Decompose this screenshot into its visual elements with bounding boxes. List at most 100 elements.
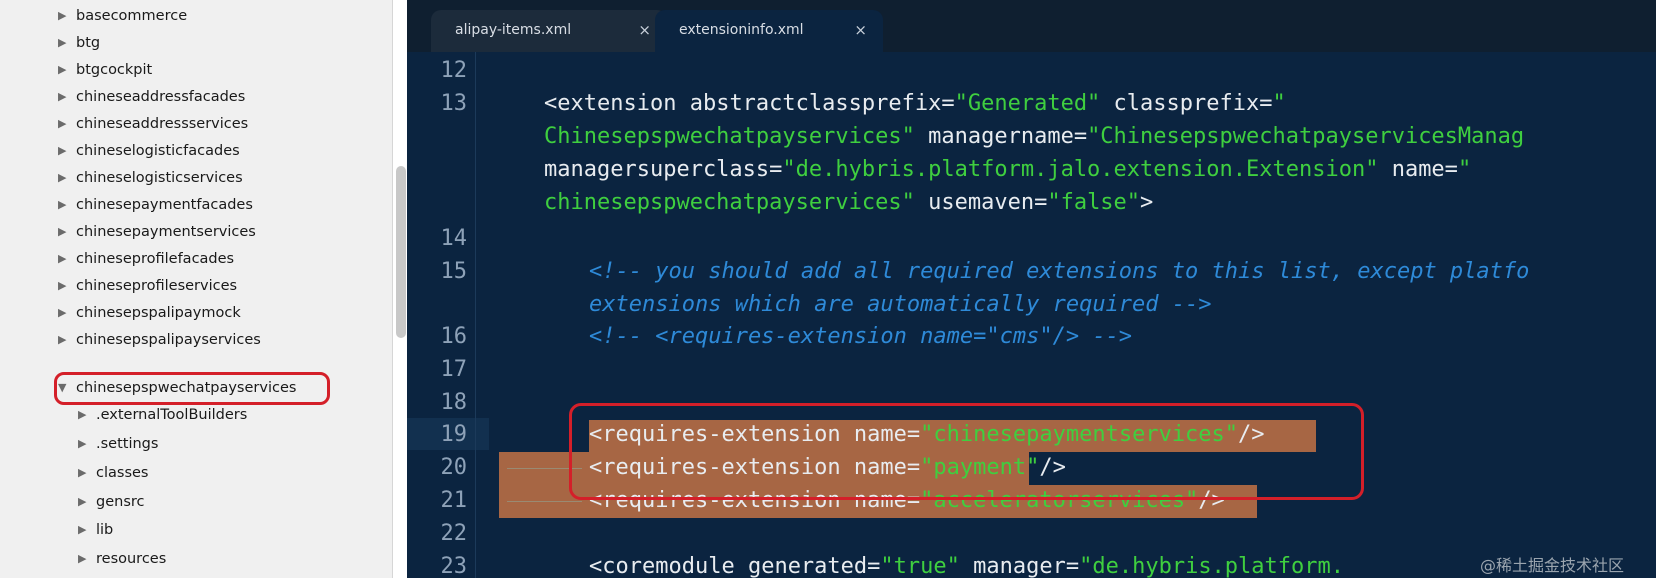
xml-attr: manager= <box>959 554 1080 578</box>
line-number: 12 <box>440 58 468 83</box>
expand-arrow-icon[interactable]: ▶ <box>58 164 76 192</box>
gutter-divider <box>475 52 476 578</box>
xml-attr: generated= <box>747 554 881 578</box>
xml-tag: <extension <box>544 91 690 116</box>
code-line-13c: managersuperclass="de.hybris.platform.ja… <box>544 157 1471 182</box>
tree-item-btg[interactable]: ▶ btg <box>58 29 100 57</box>
expand-arrow-icon[interactable]: ▶ <box>58 110 76 138</box>
line-number: 13 <box>440 91 468 116</box>
xml-attr: usemaven= <box>914 190 1048 215</box>
tree-item-chineselogisticservices[interactable]: ▶ chineselogisticservices <box>58 164 243 192</box>
tree-item-chinesepaymentfacades[interactable]: ▶ chinesepaymentfacades <box>58 191 253 219</box>
expand-arrow-icon[interactable]: ▶ <box>58 2 76 30</box>
line-number: 20 <box>440 455 468 480</box>
tree-item-lib[interactable]: ▶ lib <box>78 516 113 544</box>
tree-item-settings[interactable]: ▶ .settings <box>78 430 158 458</box>
watermark: @稀土掘金技术社区 <box>1480 556 1625 575</box>
xml-string: " <box>1272 91 1286 116</box>
xml-attr: classprefix= <box>1100 91 1273 116</box>
code-line-23: <coremodule generated="true" manager="de… <box>589 554 1344 578</box>
expand-arrow-icon[interactable]: ▶ <box>78 459 96 487</box>
line-number: 15 <box>440 259 468 284</box>
xml-string: "ChinesepspwechatpayservicesManag <box>1087 124 1525 149</box>
xml-attr: abstractclassprefix= <box>689 91 955 116</box>
indent-guide <box>507 501 582 502</box>
tree-item-chineseprofileservices[interactable]: ▶ chineseprofileservices <box>58 272 237 300</box>
line-number: 16 <box>440 324 468 349</box>
code-editor[interactable]: alipay-items.xml × extensioninfo.xml × 1… <box>407 0 1656 578</box>
expand-arrow-icon[interactable]: ▶ <box>58 326 76 354</box>
line-number: 21 <box>440 488 468 513</box>
tree-item-label: lib <box>96 522 114 538</box>
expand-arrow-icon[interactable]: ▶ <box>78 545 96 573</box>
tree-item-label: chinesepspalipaymock <box>76 305 241 321</box>
tree-item-label: chineseaddressfacades <box>76 89 246 105</box>
xml-string: Chinesepspwechatpayservices" <box>544 124 915 149</box>
tree-item-label: basecommerce <box>76 8 188 24</box>
code-line-15a: <!-- you should add all required extensi… <box>589 259 1530 284</box>
tree-item-chineseaddressservices[interactable]: ▶ chineseaddressservices <box>58 110 248 138</box>
tab-label: extensioninfo.xml <box>679 22 804 38</box>
xml-tag: <coremodule <box>589 554 748 578</box>
xml-string: "de.hybris.platform.jalo.extension.Exten… <box>782 157 1379 182</box>
file-tree-sidebar: ▶ basecommerce ▶ btg ▶ btgcockpit ▶ chinesea… <box>0 0 392 578</box>
xml-attr: name= <box>1378 157 1458 182</box>
tree-item-label: gensrc <box>96 494 145 510</box>
tree-item-chineselogisticfacades[interactable]: ▶ chineselogisticfacades <box>58 137 240 165</box>
line-number: 19 <box>440 422 468 447</box>
expand-arrow-icon[interactable]: ▶ <box>58 56 76 84</box>
expand-arrow-icon[interactable]: ▶ <box>58 245 76 273</box>
tree-item-chinesepspalipayservices[interactable]: ▶ chinesepspalipayservices <box>58 326 261 354</box>
xml-string: chinesepspwechatpayservices" <box>544 190 915 215</box>
expand-arrow-icon[interactable]: ▶ <box>58 191 76 219</box>
xml-string: "de.hybris.platform. <box>1079 554 1345 578</box>
expand-arrow-icon[interactable]: ▶ <box>58 29 76 57</box>
tree-item-label: chineseaddressservices <box>76 116 249 132</box>
tree-item-basecommerce[interactable]: ▶ basecommerce <box>58 2 187 30</box>
xml-tag-end: > <box>1140 190 1154 215</box>
tree-item-gensrc[interactable]: ▶ gensrc <box>78 488 144 516</box>
sidebar-scrollbar[interactable] <box>396 166 406 338</box>
line-number: 18 <box>440 390 468 415</box>
expand-arrow-icon[interactable]: ▶ <box>58 137 76 165</box>
close-icon[interactable]: × <box>638 21 651 39</box>
tree-item-label: btgcockpit <box>76 62 153 78</box>
expand-arrow-icon[interactable]: ▶ <box>78 516 96 544</box>
line-number: 14 <box>440 226 468 251</box>
code-line-15b: extensions which are automatically requi… <box>589 292 1212 317</box>
tab-bar: alipay-items.xml × extensioninfo.xml × <box>407 0 1656 52</box>
tree-item-externaltoolbuilders[interactable]: ▶ .externalToolBuilders <box>78 401 247 429</box>
line-number: 22 <box>440 521 468 546</box>
tree-item-label: chineseprofilefacades <box>76 251 235 267</box>
code-line-13a: <extension abstractclassprefix="Generate… <box>544 91 1286 116</box>
expand-arrow-icon[interactable]: ▶ <box>58 218 76 246</box>
tree-item-btgcockpit[interactable]: ▶ btgcockpit <box>58 56 152 84</box>
tree-selection-highlight <box>54 372 330 405</box>
expand-arrow-icon[interactable]: ▶ <box>58 83 76 111</box>
tree-item-classes[interactable]: ▶ classes <box>78 459 148 487</box>
expand-arrow-icon[interactable]: ▶ <box>78 401 96 429</box>
code-line-16: <!-- <requires-extension name="cms"/> --… <box>589 324 1133 349</box>
tab-alipay-items[interactable]: alipay-items.xml × <box>431 10 667 52</box>
line-number: 17 <box>440 357 468 382</box>
tree-item-chineseprofilefacades[interactable]: ▶ chineseprofilefacades <box>58 245 234 273</box>
tree-item-label: .externalToolBuilders <box>96 407 248 423</box>
tree-item-resources[interactable]: ▶ resources <box>78 545 166 573</box>
tree-item-chinesepaymentservices[interactable]: ▶ chinesepaymentservices <box>58 218 256 246</box>
code-line-13d: chinesepspwechatpayservices" usemaven="f… <box>544 190 1153 215</box>
tab-extensioninfo[interactable]: extensioninfo.xml × <box>655 10 883 52</box>
tree-item-label: btg <box>76 35 101 51</box>
tab-label: alipay-items.xml <box>455 22 572 38</box>
close-icon[interactable]: × <box>854 21 867 39</box>
tree-item-label: chinesepspalipayservices <box>76 332 261 348</box>
xml-string: "false" <box>1047 190 1141 215</box>
tree-item-chinesepspalipaymock[interactable]: ▶ chinesepspalipaymock <box>58 299 241 327</box>
code-line-13b: Chinesepspwechatpayservices" managername… <box>544 124 1524 149</box>
tree-item-label: chinesepaymentservices <box>76 224 256 240</box>
tree-item-label: resources <box>96 551 167 567</box>
expand-arrow-icon[interactable]: ▶ <box>58 299 76 327</box>
expand-arrow-icon[interactable]: ▶ <box>78 488 96 516</box>
expand-arrow-icon[interactable]: ▶ <box>58 272 76 300</box>
tree-item-chineseaddressfacades[interactable]: ▶ chineseaddressfacades <box>58 83 245 111</box>
expand-arrow-icon[interactable]: ▶ <box>78 430 96 458</box>
